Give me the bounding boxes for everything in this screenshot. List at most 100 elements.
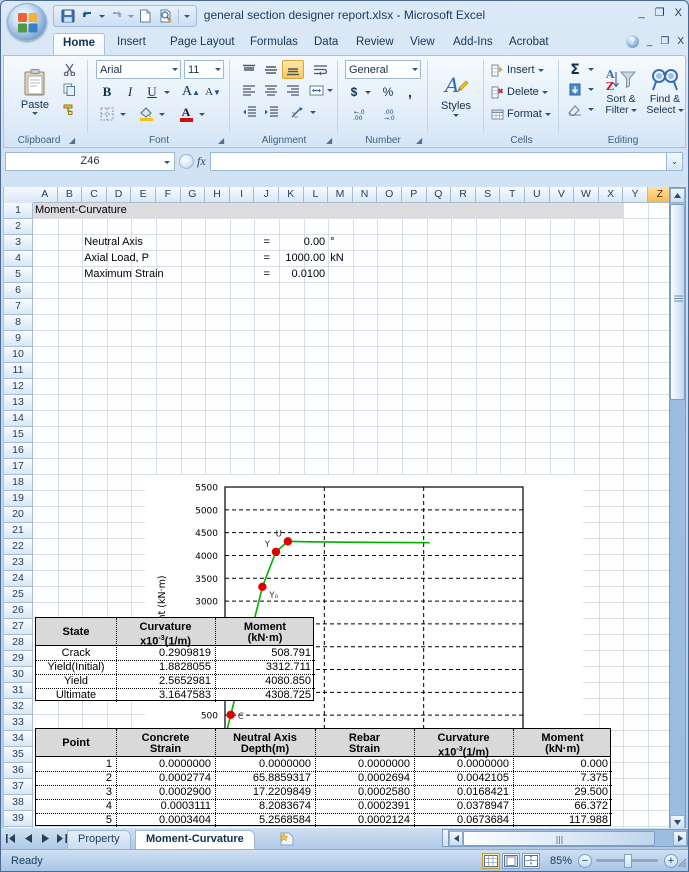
- cell-L4[interactable]: 1000.00: [256, 251, 325, 266]
- cell-M3[interactable]: °: [330, 235, 334, 250]
- table-cell[interactable]: 0.0002694: [315, 772, 414, 785]
- table-cell[interactable]: 2: [36, 772, 116, 785]
- font-color-button[interactable]: A: [175, 104, 197, 124]
- clear-dropdown[interactable]: [586, 100, 596, 119]
- column-header-l[interactable]: L: [303, 187, 329, 203]
- row-header-4[interactable]: 4: [4, 251, 33, 267]
- minimize-button[interactable]: _: [639, 7, 645, 19]
- column-header-o[interactable]: O: [377, 187, 402, 203]
- find-select-button[interactable]: Find & Select: [643, 60, 687, 122]
- table-cell[interactable]: 5.2568584: [215, 814, 315, 827]
- tab-page-layout[interactable]: Page Layout: [161, 33, 244, 55]
- row-header-14[interactable]: 14: [4, 411, 33, 427]
- column-header-z[interactable]: Z: [648, 187, 671, 203]
- table-cell[interactable]: 17.2209849: [215, 786, 315, 799]
- cell-C3[interactable]: Neutral Axis: [84, 235, 143, 250]
- table-cell[interactable]: Yield(Initial): [36, 661, 116, 674]
- cell-C4[interactable]: Axial Load, P: [84, 251, 149, 266]
- row-header-1[interactable]: 1: [4, 203, 33, 219]
- spreadsheet-grid[interactable]: ABCDEFGHIJKLMNOPQRSTUVWXYZ 1 2 3 4 5 6 7 8 9 10 11…: [3, 187, 671, 831]
- borders-dropdown[interactable]: [118, 104, 128, 124]
- format-painter-button[interactable]: [59, 100, 79, 118]
- tab-insert[interactable]: Insert: [108, 33, 155, 55]
- zoom-out-button[interactable]: −: [578, 853, 592, 868]
- cell-C5[interactable]: Maximum Strain: [84, 267, 163, 282]
- wrap-text-button[interactable]: [308, 60, 332, 79]
- column-header-c[interactable]: C: [82, 187, 107, 203]
- align-middle-button[interactable]: [260, 60, 282, 79]
- underline-dropdown[interactable]: [162, 82, 172, 102]
- row-header-33[interactable]: 33: [4, 715, 33, 731]
- tab-formulas[interactable]: Formulas: [241, 33, 307, 55]
- align-left-button[interactable]: [238, 81, 260, 100]
- column-header-y[interactable]: Y: [623, 187, 648, 203]
- table-cell[interactable]: Crack: [36, 647, 116, 660]
- row-header-39[interactable]: 39: [4, 811, 33, 827]
- table-cell[interactable]: 4308.725: [215, 689, 315, 702]
- table-cell[interactable]: 1: [36, 758, 116, 771]
- row-header-18[interactable]: 18: [4, 475, 33, 491]
- column-header-m[interactable]: M: [328, 187, 353, 203]
- currency-button[interactable]: $: [345, 82, 363, 102]
- row-header-38[interactable]: 38: [4, 795, 33, 811]
- row-header-26[interactable]: 26: [4, 603, 33, 619]
- sort-filter-button[interactable]: A Z Sort & Filter: [599, 60, 643, 122]
- copy-button[interactable]: [59, 80, 79, 98]
- column-header-x[interactable]: X: [598, 187, 624, 203]
- table-cell[interactable]: 4080.850: [215, 675, 315, 688]
- row-header-10[interactable]: 10: [4, 347, 33, 363]
- row-header-11[interactable]: 11: [4, 363, 33, 379]
- table-cell[interactable]: 0.0000000: [116, 758, 215, 771]
- fill-dropdown[interactable]: [586, 80, 596, 99]
- font-size-combobox[interactable]: 11: [184, 60, 224, 79]
- decrease-decimal-button[interactable]: .00 →.0: [376, 104, 406, 124]
- font-dialog-launcher[interactable]: ◢: [218, 136, 227, 145]
- table-cell[interactable]: 4: [36, 800, 116, 813]
- table-cell[interactable]: 0.0000000: [215, 758, 315, 771]
- column-header-d[interactable]: D: [106, 187, 132, 203]
- next-sheet-button[interactable]: [39, 831, 51, 845]
- row-header-6[interactable]: 6: [4, 283, 33, 299]
- align-right-button[interactable]: [282, 81, 304, 100]
- fill-button[interactable]: [564, 80, 586, 99]
- row-header-12[interactable]: 12: [4, 379, 33, 395]
- table-cell[interactable]: 0.0002900: [116, 786, 215, 799]
- table-cell[interactable]: 0.0003111: [116, 800, 215, 813]
- table-cell[interactable]: 508.791: [215, 647, 315, 660]
- font-name-combobox[interactable]: Arial: [96, 60, 181, 79]
- shrink-font-button[interactable]: A ▼: [202, 82, 224, 102]
- row-header-31[interactable]: 31: [4, 683, 33, 699]
- table-cell[interactable]: 0.0002580: [315, 786, 414, 799]
- cut-button[interactable]: [59, 60, 79, 78]
- paste-button[interactable]: Paste: [14, 60, 56, 122]
- merge-center-dropdown[interactable]: [325, 81, 334, 100]
- row-header-22[interactable]: 22: [4, 539, 33, 555]
- row-header-27[interactable]: 27: [4, 619, 33, 635]
- tab-add-ins[interactable]: Add-Ins: [444, 33, 502, 55]
- row-header-36[interactable]: 36: [4, 763, 33, 779]
- row-header-32[interactable]: 32: [4, 699, 33, 715]
- table-cell[interactable]: 3312.711: [215, 661, 315, 674]
- sheet-tab-moment-curvature[interactable]: Moment-Curvature: [135, 830, 255, 849]
- column-header-f[interactable]: F: [156, 187, 181, 203]
- clear-button[interactable]: [564, 100, 586, 119]
- merge-center-button[interactable]: [306, 81, 326, 100]
- row-header-34[interactable]: 34: [4, 731, 33, 747]
- row-header-7[interactable]: 7: [4, 299, 33, 315]
- borders-button[interactable]: [96, 104, 118, 124]
- normal-view-button[interactable]: [482, 852, 500, 869]
- table-cell[interactable]: 0.2909819: [116, 647, 215, 660]
- insert-sheet-button[interactable]: [279, 832, 297, 847]
- first-sheet-button[interactable]: [5, 831, 17, 845]
- zoom-slider-thumb[interactable]: [624, 854, 632, 868]
- tab-review[interactable]: Review: [347, 33, 403, 55]
- name-box[interactable]: Z46: [5, 151, 175, 171]
- column-header-v[interactable]: V: [549, 187, 575, 203]
- column-header-e[interactable]: E: [131, 187, 156, 203]
- ribbon-minimize-button[interactable]: _: [647, 36, 653, 48]
- table-cell[interactable]: 0.0002774: [116, 772, 215, 785]
- zoom-level[interactable]: 85%: [550, 855, 572, 867]
- column-header-a[interactable]: A: [33, 187, 58, 203]
- scroll-up-button[interactable]: [670, 188, 685, 203]
- row-header-17[interactable]: 17: [4, 459, 33, 475]
